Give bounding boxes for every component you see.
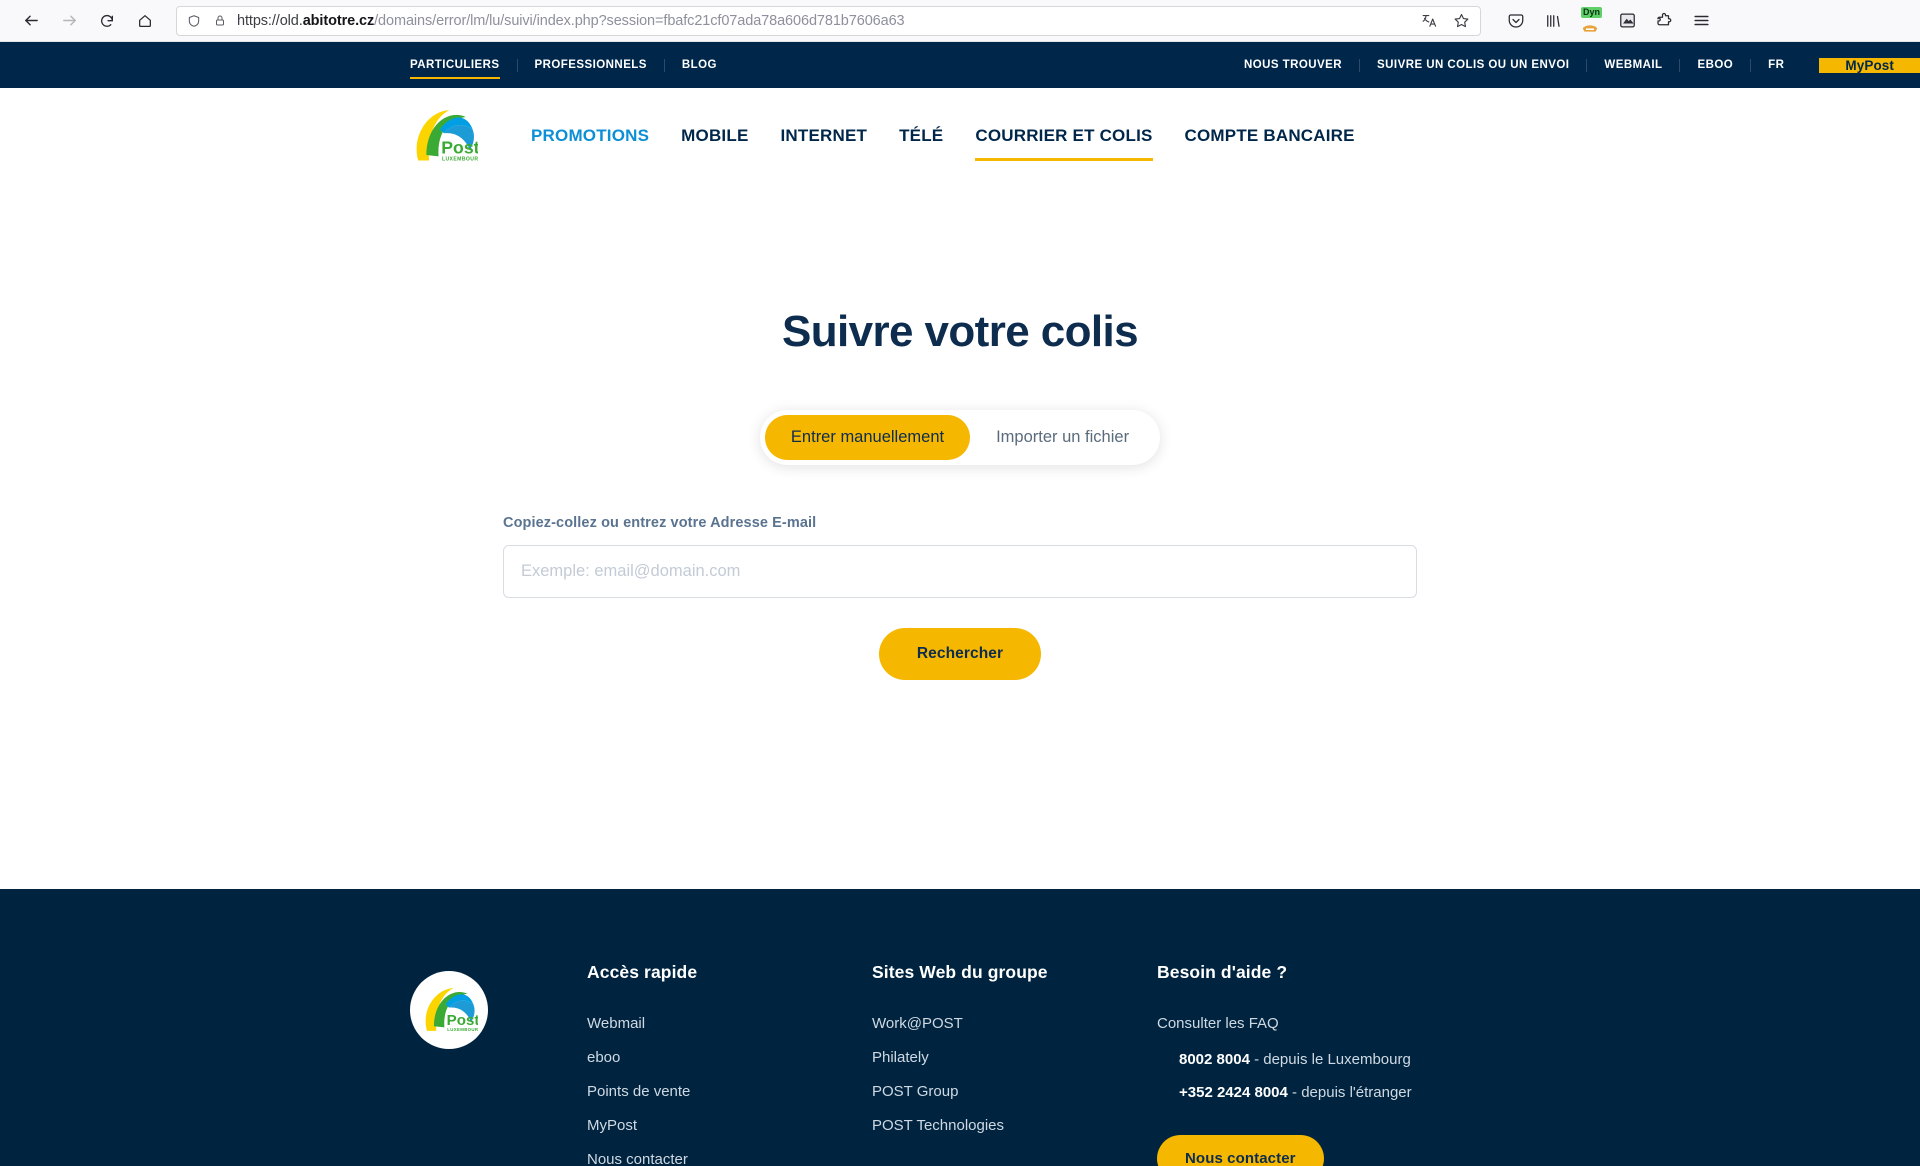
mypost-label[interactable]: MyPost [1845, 58, 1894, 73]
list-item: Points de vente [587, 1083, 872, 1101]
topbar-link-webmail[interactable]: WEBMAIL [1587, 42, 1679, 88]
search-button-row: Rechercher [503, 628, 1417, 680]
nav-link-tele[interactable]: TÉLÉ [883, 88, 959, 183]
footer-list-sites-web: Work@POST Philately POST Group POST Tech… [872, 1015, 1157, 1135]
translate-icon[interactable] [1418, 10, 1440, 32]
library-icon[interactable] [1540, 8, 1566, 34]
phone-international-number: +352 2424 8004 [1179, 1084, 1288, 1101]
topbar-link-blog[interactable]: BLOG [665, 42, 734, 88]
email-field-label: Copiez-collez ou entrez votre Adresse E-… [503, 515, 817, 531]
footer-link-work-at-post[interactable]: Work@POST [872, 1015, 963, 1032]
primary-nav-links: PROMOTIONS MOBILE INTERNET TÉLÉ COURRIER… [531, 88, 1371, 183]
list-item: POST Group [872, 1083, 1157, 1101]
svg-text:LUXEMBOURG: LUXEMBOURG [447, 1027, 478, 1032]
reload-icon[interactable] [90, 4, 124, 38]
topbar-link-eboo[interactable]: EBOO [1680, 42, 1750, 88]
footer-link-nous-contacter[interactable]: Nous contacter [587, 1151, 688, 1166]
home-icon[interactable] [128, 4, 162, 38]
tab-entrer-manuellement[interactable]: Entrer manuellement [764, 415, 971, 460]
footer-logo-badge[interactable]: Post LUXEMBOURG [410, 971, 488, 1049]
site-footer: Post LUXEMBOURG Accès rapide Webmail ebo… [0, 889, 1920, 1166]
footer-link-philately[interactable]: Philately [872, 1049, 929, 1066]
footer-link-faq[interactable]: Consulter les FAQ [1157, 1015, 1279, 1032]
email-input[interactable] [503, 545, 1417, 598]
tab-importer-un-fichier[interactable]: Importer un fichier [970, 415, 1155, 460]
footer-column-acces-rapide: Accès rapide Webmail eboo Points de vent… [587, 962, 872, 1166]
utility-links: NOUS TROUVER SUIVRE UN COLIS OU UN ENVOI… [1227, 42, 1920, 88]
url-host: abitotre.cz [302, 12, 375, 29]
browser-toolbar: https://old.abitotre.cz/domains/error/lm… [0, 0, 1920, 42]
footer-heading-besoin-aide: Besoin d'aide ? [1157, 962, 1288, 982]
phone-luxembourg-number: 8002 8004 [1179, 1051, 1250, 1068]
main-navigation: Post LUXEMBOURG PROMOTIONS MOBILE INTERN… [0, 88, 1920, 183]
topbar-link-nous-trouver[interactable]: NOUS TROUVER [1227, 42, 1359, 88]
phone-international: +352 2424 8004 - depuis l'étranger [1179, 1084, 1477, 1101]
svg-text:Post: Post [441, 137, 478, 157]
footer-link-mypost[interactable]: MyPost [587, 1117, 637, 1134]
footer-column-besoin-aide: Besoin d'aide ? Consulter les FAQ 8002 8… [1157, 962, 1477, 1166]
browser-extension-toolbar: Dyn [1503, 6, 1714, 34]
phone-international-text: - depuis l'étranger [1287, 1084, 1412, 1101]
nav-link-compte-bancaire[interactable]: COMPTE BANCAIRE [1169, 88, 1371, 183]
address-bar[interactable]: https://old.abitotre.cz/domains/error/lm… [176, 5, 1481, 36]
post-luxembourg-logo-footer: Post LUXEMBOURG [420, 981, 482, 1039]
list-item: MyPost [587, 1117, 872, 1135]
post-luxembourg-logo[interactable]: Post LUXEMBOURG [410, 102, 482, 170]
footer-link-post-technologies[interactable]: POST Technologies [872, 1117, 1004, 1134]
footer-link-points-de-vente[interactable]: Points de vente [587, 1083, 690, 1100]
padlock-icon[interactable] [211, 12, 229, 30]
footer-heading-sites-web: Sites Web du groupe [872, 962, 1048, 982]
nav-link-courrier-et-colis[interactable]: COURRIER ET COLIS [959, 88, 1168, 183]
topbar-link-particuliers[interactable]: PARTICULIERS [410, 42, 517, 88]
tracking-protection-shield-icon[interactable] [185, 12, 203, 30]
nav-link-promotions[interactable]: PROMOTIONS [531, 88, 665, 183]
rechercher-button[interactable]: Rechercher [878, 628, 1042, 680]
mypost-button[interactable]: MyPost [1819, 57, 1920, 73]
main-content: Suivre votre colis Entrer manuellement I… [0, 183, 1920, 889]
topbar-link-language-fr[interactable]: FR [1751, 42, 1801, 88]
audience-links: PARTICULIERS PROFESSIONNELS BLOG [410, 42, 734, 88]
footer-column-sites-web: Sites Web du groupe Work@POST Philately … [872, 962, 1157, 1166]
site-utility-bar: PARTICULIERS PROFESSIONNELS BLOG NOUS TR… [0, 42, 1920, 88]
hamburger-menu-icon[interactable] [1688, 8, 1714, 34]
list-item: Work@POST [872, 1015, 1157, 1033]
nous-contacter-button[interactable]: Nous contacter [1157, 1135, 1324, 1166]
svg-text:LUXEMBOURG: LUXEMBOURG [442, 156, 478, 162]
pocket-save-icon[interactable] [1503, 8, 1529, 34]
url-path: /domains/error/lm/lu/suivi/index.php?ses… [374, 12, 905, 29]
input-mode-toggle: Entrer manuellement Importer un fichier [759, 410, 1161, 465]
footer-link-webmail[interactable]: Webmail [587, 1015, 645, 1032]
list-item: Webmail [587, 1015, 872, 1033]
dyn-extension-icon[interactable]: Dyn [1577, 6, 1603, 34]
list-item: POST Technologies [872, 1117, 1157, 1135]
forward-arrow-icon[interactable] [52, 4, 86, 38]
footer-heading-acces-rapide: Accès rapide [587, 962, 698, 982]
phone-luxembourg-text: - depuis le Luxembourg [1249, 1051, 1411, 1068]
topbar-link-professionnels[interactable]: PROFESSIONNELS [518, 42, 664, 88]
extension-badge-label: Dyn [1581, 6, 1603, 18]
back-arrow-icon[interactable] [14, 4, 48, 38]
list-item: eboo [587, 1049, 872, 1067]
list-item: Nous contacter [587, 1151, 872, 1166]
extensions-puzzle-icon[interactable] [1651, 8, 1677, 34]
footer-link-post-group[interactable]: POST Group [872, 1083, 958, 1100]
tracking-form: Copiez-collez ou entrez votre Adresse E-… [503, 515, 1417, 680]
url-prefix: https://old. [237, 12, 303, 29]
page-title: Suivre votre colis [781, 307, 1139, 356]
footer-link-eboo[interactable]: eboo [587, 1049, 620, 1066]
list-item: Philately [872, 1049, 1157, 1067]
nav-link-internet[interactable]: INTERNET [764, 88, 883, 183]
phone-luxembourg: 8002 8004 - depuis le Luxembourg [1179, 1051, 1477, 1068]
topbar-link-suivre-un-colis[interactable]: SUIVRE UN COLIS OU UN ENVOI [1360, 42, 1586, 88]
nav-link-mobile[interactable]: MOBILE [665, 88, 764, 183]
url-text[interactable]: https://old.abitotre.cz/domains/error/lm… [237, 13, 1410, 29]
extension-icon[interactable] [1614, 8, 1640, 34]
footer-list-acces-rapide: Webmail eboo Points de vente MyPost Nous… [587, 1015, 872, 1166]
bookmark-star-icon[interactable] [1450, 10, 1472, 32]
